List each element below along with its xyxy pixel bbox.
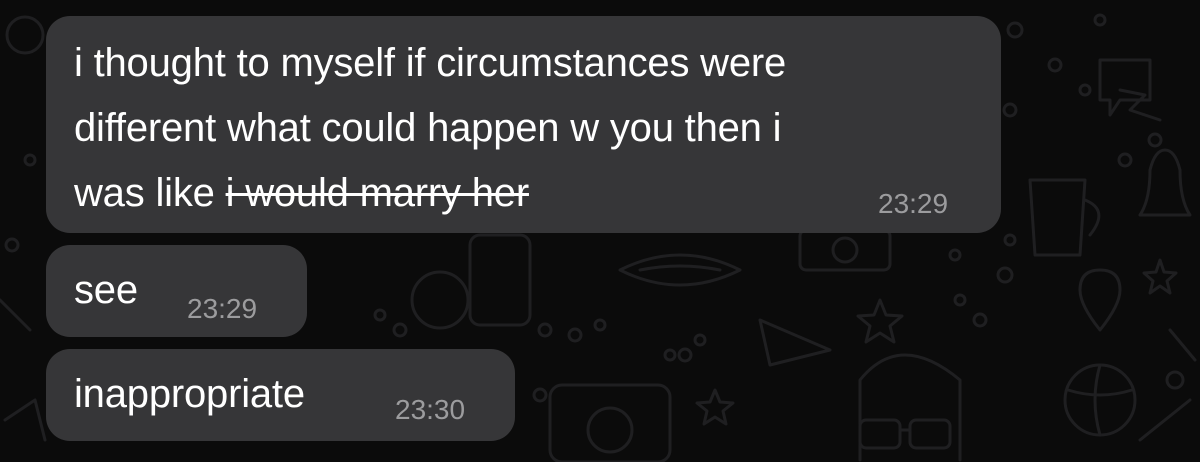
message-text-line: was like i would marry her bbox=[74, 169, 529, 217]
message-bubble-incoming[interactable]: see 23:29 bbox=[46, 245, 307, 337]
message-text-line: different what could happen w you then i bbox=[74, 106, 782, 150]
message-text-prefix: was like bbox=[74, 171, 226, 215]
message-text: see bbox=[74, 268, 138, 312]
message-bubble-incoming[interactable]: inappropriate 23:30 bbox=[46, 349, 515, 441]
message-timestamp: 23:30 bbox=[395, 394, 466, 425]
message-text-line: i thought to myself if circumstances wer… bbox=[74, 41, 787, 85]
strikethrough-text: i would marry her bbox=[225, 171, 530, 215]
message-timestamp: 23:29 bbox=[187, 293, 258, 324]
message-bubble-incoming[interactable]: i thought to myself if circumstances wer… bbox=[46, 16, 1001, 233]
message-text: inappropriate bbox=[74, 372, 305, 416]
message-timestamp: 23:29 bbox=[878, 188, 949, 219]
